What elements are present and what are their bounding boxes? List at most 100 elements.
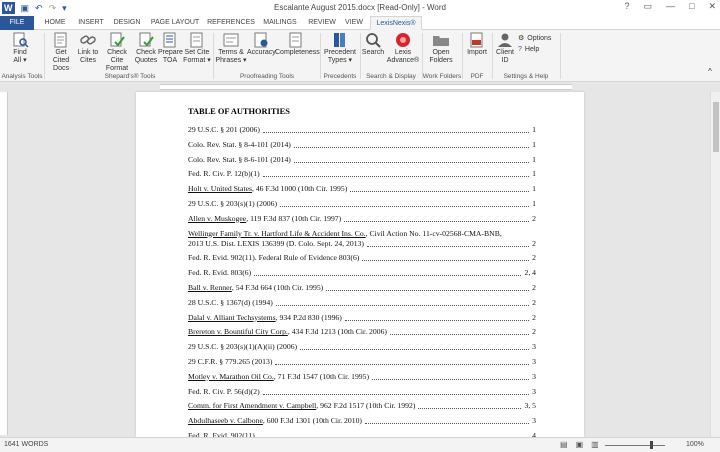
accuracy-button[interactable]: Accuracy: [247, 32, 276, 57]
search-button[interactable]: Search: [361, 32, 385, 57]
tab-file[interactable]: FILE: [0, 16, 34, 30]
toa-entry: 29 U.S.C. § 203(s)(1)(A)(ii) (2006) 3: [188, 342, 536, 352]
page-reference: 3, 5: [524, 401, 536, 411]
tab-design[interactable]: DESIGN: [110, 16, 144, 30]
group-settings-help: Settings & Help: [503, 73, 549, 80]
entry-citation: 29 U.S.C. § 203(s)(1)(A)(ii) (2006): [188, 342, 298, 352]
case-name: Holt v. United States: [188, 184, 252, 194]
toa-entry: Brereton v. Bountiful City Corp., 434 F.…: [188, 327, 536, 337]
tab-home[interactable]: HOME: [38, 16, 72, 30]
tab-page-layout[interactable]: PAGE LAYOUT: [148, 16, 202, 30]
precedent-types-button[interactable]: Precedent Types ▾: [322, 32, 358, 65]
page-reference: 2: [532, 213, 536, 223]
tab-insert[interactable]: INSERT: [74, 16, 108, 30]
terms-phrases-button[interactable]: Terms & Phrases ▾: [215, 32, 247, 65]
case-name: Comm. for First Amendment v. Campbell: [188, 401, 317, 411]
tab-mailings[interactable]: MAILINGS: [260, 16, 300, 30]
open-folders-button[interactable]: Open Folders: [426, 32, 456, 65]
page-reference: 2: [532, 297, 536, 307]
toa-entry: Fed. R. Evid. 803(6) 2, 4: [188, 268, 536, 278]
entry-citation: Fed. R. Evid. 803(6): [188, 268, 252, 278]
help-label: Help: [524, 46, 540, 53]
open-folders-label-2: Folders: [429, 57, 453, 64]
case-name: Motley v. Marathon Oil Co.: [188, 371, 274, 381]
zoom-slider[interactable]: [605, 445, 665, 446]
toa-heading: TABLE OF AUTHORITIES: [188, 107, 290, 116]
maximize-button[interactable]: □: [689, 1, 694, 12]
status-bar: 1641 WORDS ▤ ▣ ▥ 100%: [0, 437, 720, 452]
minimize-button[interactable]: —: [666, 1, 675, 12]
find-all-button[interactable]: Find All ▾: [5, 32, 35, 65]
tab-lexisnexis[interactable]: LexisNexis®: [370, 16, 422, 30]
tab-references[interactable]: REFERENCES: [206, 16, 256, 30]
toa-entry: Fed. R. Evid. 902(11). Federal Rule of E…: [188, 253, 536, 263]
entry-citation: Brereton v. Bountiful City Corp., 434 F.…: [188, 327, 387, 337]
print-layout-icon[interactable]: ▣: [576, 440, 584, 449]
case-name: Allen v. Muskogee: [188, 213, 247, 223]
zoom-level[interactable]: 100%: [686, 441, 704, 448]
ruler-scale: [160, 84, 572, 90]
completeness-button[interactable]: Completeness: [275, 32, 320, 57]
lexis-advance-icon: [396, 33, 410, 47]
scrollbar-thumb[interactable]: [713, 102, 719, 152]
page-reference: 1: [532, 198, 536, 208]
page-reference: 1: [532, 125, 536, 134]
help-button[interactable]: ? Help: [518, 46, 539, 53]
case-citation: , 119 F.3d 837 (10th Cir. 1997): [246, 213, 342, 223]
tab-review[interactable]: REVIEW: [304, 16, 340, 30]
check-cite-label-2: Format: [105, 65, 129, 72]
dot-leader: [254, 275, 522, 277]
set-cite-format-button[interactable]: Set Cite Format ▾: [182, 32, 212, 65]
link-to-cites-button[interactable]: Link to Cites: [76, 32, 100, 65]
group-analysis-tools: Analysis Tools: [1, 73, 43, 80]
check-quotes-button[interactable]: Check Quotes: [134, 32, 158, 65]
word-count[interactable]: 1641 WORDS: [4, 441, 48, 448]
document-page[interactable]: TABLE OF AUTHORITIES 29 U.S.C. § 201 (20…: [136, 92, 584, 452]
get-cited-docs-button[interactable]: Get Cited Docs: [47, 32, 75, 73]
tab-view[interactable]: VIEW: [340, 16, 368, 30]
dot-leader: [293, 146, 530, 148]
toa-entry: Fed. R. Civ. P. 12(b)(1) 1: [188, 169, 536, 179]
group-search-display: Search & Display: [366, 73, 416, 80]
toa-entry: Colo. Rev. Stat. § 8-6-101 (2014) 1: [188, 155, 536, 165]
case-citation: , 934 P.2d 830 (1996): [275, 312, 342, 322]
dot-leader: [262, 393, 530, 395]
find-label-2: All ▾: [13, 57, 27, 64]
check-quotes-icon: [139, 32, 154, 47]
entry-citation: 29 U.S.C. § 203(s)(1) (2006): [188, 198, 278, 208]
import-button[interactable]: Import: [464, 32, 490, 57]
group-separator: [560, 33, 561, 79]
check-cite-format-button[interactable]: Check Cite Format: [100, 32, 134, 73]
find-document-icon: [13, 32, 29, 48]
prepare-toa-label-2: TOA: [162, 57, 178, 64]
zoom-slider-thumb[interactable]: [650, 441, 653, 449]
terms-icon: [223, 33, 239, 47]
help-icon[interactable]: ?: [624, 1, 629, 12]
collapse-ribbon-icon[interactable]: ^: [704, 68, 716, 76]
page-reference: 3: [532, 386, 536, 396]
toa-entry: Ball v. Renner, 54 F.3d 664 (10th Cir. 1…: [188, 283, 536, 293]
ribbon-display-icon[interactable]: ▭: [644, 1, 653, 12]
lexis-advance-button[interactable]: Lexis Advance®: [386, 32, 420, 65]
group-work-folders: Work Folders: [422, 73, 462, 80]
prepare-toa-button[interactable]: Prepare TOA: [158, 32, 183, 65]
web-layout-icon[interactable]: ▥: [591, 440, 599, 449]
page-reference: 3: [532, 342, 536, 352]
close-button[interactable]: ✕: [708, 1, 716, 12]
case-citation: , 46 F.3d 1000 (10th Cir. 1995): [251, 184, 348, 194]
toa-entry: Motley v. Marathon Oil Co., 71 F.3d 1547…: [188, 372, 536, 382]
client-id-button[interactable]: Client ID: [494, 32, 516, 65]
cited-docs-icon: [54, 32, 67, 48]
dot-leader: [262, 176, 530, 178]
entry-citation: Allen v. Muskogee, 119 F.3d 837 (10th Ci…: [188, 214, 341, 224]
page-reference: 2, 4: [524, 268, 536, 278]
read-mode-icon[interactable]: ▤: [560, 440, 568, 449]
get-cited-label-2: Docs: [53, 65, 69, 72]
group-pdf: PDF: [470, 73, 484, 80]
help-circle-icon: ?: [518, 46, 522, 53]
toa-entry: Fed. R. Civ. P. 56(d)(2) 3: [188, 387, 536, 397]
check-quotes-label-2: Quotes: [134, 57, 158, 64]
page-reference: 2: [532, 282, 536, 292]
vertical-scrollbar[interactable]: [710, 92, 720, 437]
options-button[interactable]: ⚙ Options: [518, 34, 551, 43]
